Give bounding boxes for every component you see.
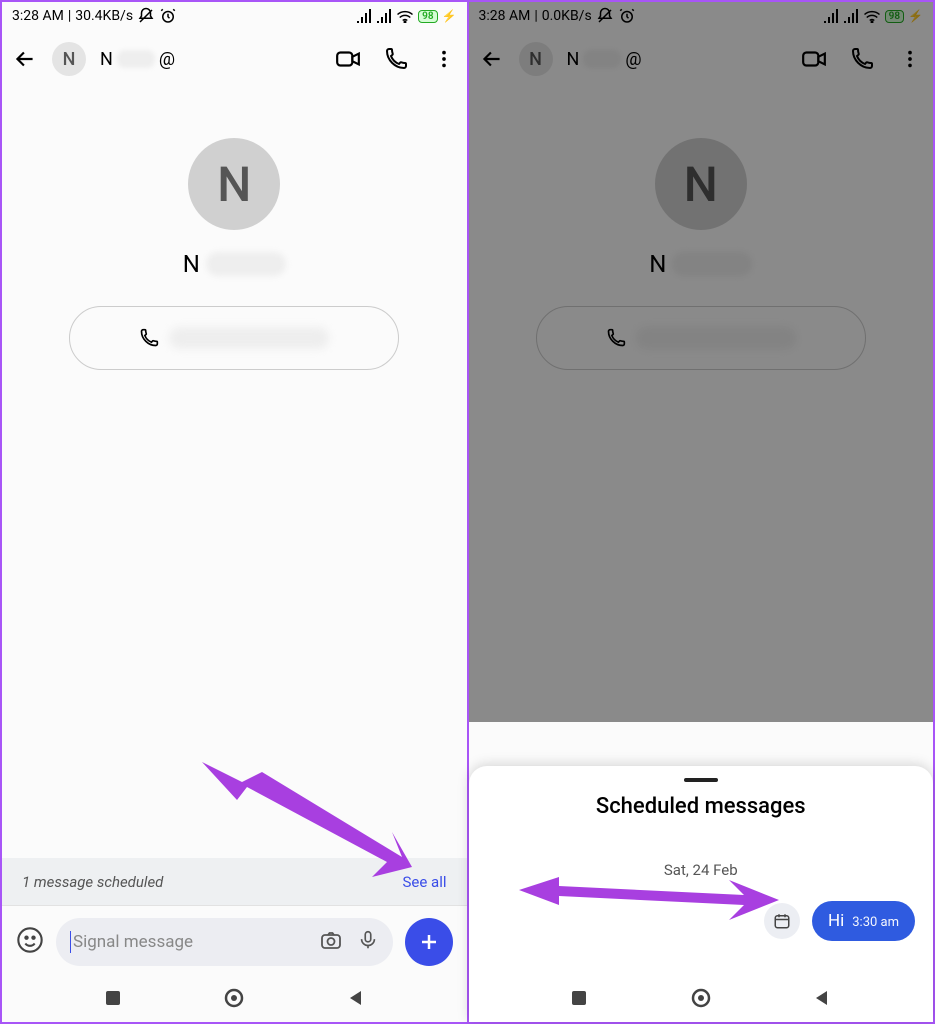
battery-indicator: 98 (885, 10, 904, 23)
home-button[interactable] (690, 987, 712, 1013)
phone-number-button[interactable] (69, 306, 399, 370)
calendar-icon (773, 912, 791, 930)
phone-number-button[interactable] (536, 306, 866, 370)
phone-icon (606, 328, 626, 348)
more-menu-button[interactable] (431, 46, 457, 72)
mute-icon (137, 7, 155, 25)
chat-header: N N @ (469, 30, 934, 88)
phone-number-blur (636, 327, 796, 349)
scheduled-banner[interactable]: 1 message scheduled See all (2, 858, 467, 906)
sheet-title: Scheduled messages (487, 794, 916, 819)
see-all-link[interactable]: See all (403, 873, 447, 891)
header-name-blur (583, 50, 621, 68)
voice-call-button[interactable] (849, 46, 875, 72)
status-time: 3:28 AM (12, 8, 64, 24)
profile-name-initial: N (649, 250, 666, 278)
phone-right: 3:28 AM | 0.0KB/s 98 ⚡ (468, 0, 935, 1024)
phone-number-blur (169, 327, 329, 349)
profile-name-blur (206, 252, 286, 276)
battery-indicator: 98 (418, 10, 437, 23)
wifi-icon (863, 9, 881, 23)
status-divider: | (534, 8, 537, 24)
charging-icon: ⚡ (442, 9, 457, 23)
profile-avatar[interactable]: N (655, 138, 747, 230)
recents-button[interactable] (570, 989, 588, 1011)
mute-icon (596, 7, 614, 25)
nav-back-button[interactable] (813, 989, 831, 1011)
scheduled-banner-text: 1 message scheduled (22, 873, 163, 891)
android-nav-bar (2, 978, 467, 1022)
wifi-icon (396, 9, 414, 23)
camera-button[interactable] (319, 928, 343, 956)
chat-header: N N @ (2, 30, 467, 88)
signal-icon-2 (376, 9, 392, 23)
voice-call-button[interactable] (383, 46, 409, 72)
profile-name-initial: N (183, 250, 200, 278)
profile-name: N (649, 250, 752, 278)
header-contact-name[interactable]: N @ (567, 49, 642, 70)
android-nav-bar (469, 978, 934, 1022)
chat-body: N N (2, 88, 467, 858)
status-speed: 30.4KB/s (75, 8, 133, 24)
header-name-initial: N (100, 49, 113, 70)
mic-button[interactable] (357, 929, 379, 955)
scheduled-message-text: Hi (828, 911, 844, 931)
profile-avatar[interactable]: N (188, 138, 280, 230)
profile-name-blur (672, 252, 752, 276)
status-time: 3:28 AM (479, 8, 531, 24)
more-menu-button[interactable] (897, 46, 923, 72)
header-at-glyph: @ (625, 49, 641, 70)
header-name-initial: N (567, 49, 580, 70)
sheet-handle[interactable] (684, 778, 718, 782)
video-call-button[interactable] (801, 46, 827, 72)
profile-name: N (183, 250, 286, 278)
phone-left: 3:28 AM | 30.4KB/s 98 ⚡ (0, 0, 468, 1024)
calendar-badge[interactable] (764, 903, 800, 939)
home-button[interactable] (223, 987, 245, 1013)
sheet-date: Sat, 24 Feb (487, 861, 916, 879)
recents-button[interactable] (104, 989, 122, 1011)
header-avatar[interactable]: N (519, 42, 553, 76)
scheduled-message-time: 3:30 am (852, 915, 899, 930)
add-button[interactable] (405, 918, 453, 966)
phone-icon (139, 328, 159, 348)
header-avatar[interactable]: N (52, 42, 86, 76)
signal-icon (356, 9, 372, 23)
back-button[interactable] (12, 46, 38, 72)
status-divider: | (68, 8, 71, 24)
compose-bar: Signal message (2, 906, 467, 978)
header-contact-name[interactable]: N @ (100, 49, 175, 70)
charging-icon: ⚡ (908, 9, 923, 23)
nav-back-button[interactable] (347, 989, 365, 1011)
alarm-icon (159, 7, 177, 25)
scheduled-message-bubble[interactable]: Hi 3:30 am (812, 901, 915, 941)
status-bar: 3:28 AM | 30.4KB/s 98 ⚡ (2, 2, 467, 30)
back-button[interactable] (479, 46, 505, 72)
header-at-glyph: @ (159, 49, 175, 70)
signal-icon (823, 9, 839, 23)
status-speed: 0.0KB/s (542, 8, 592, 24)
compose-field[interactable]: Signal message (56, 918, 393, 966)
alarm-icon (618, 7, 636, 25)
video-call-button[interactable] (335, 46, 361, 72)
status-bar: 3:28 AM | 0.0KB/s 98 ⚡ (469, 2, 934, 30)
emoji-button[interactable] (16, 926, 44, 958)
header-name-blur (117, 50, 155, 68)
compose-input[interactable]: Signal message (70, 931, 305, 953)
signal-icon-2 (843, 9, 859, 23)
